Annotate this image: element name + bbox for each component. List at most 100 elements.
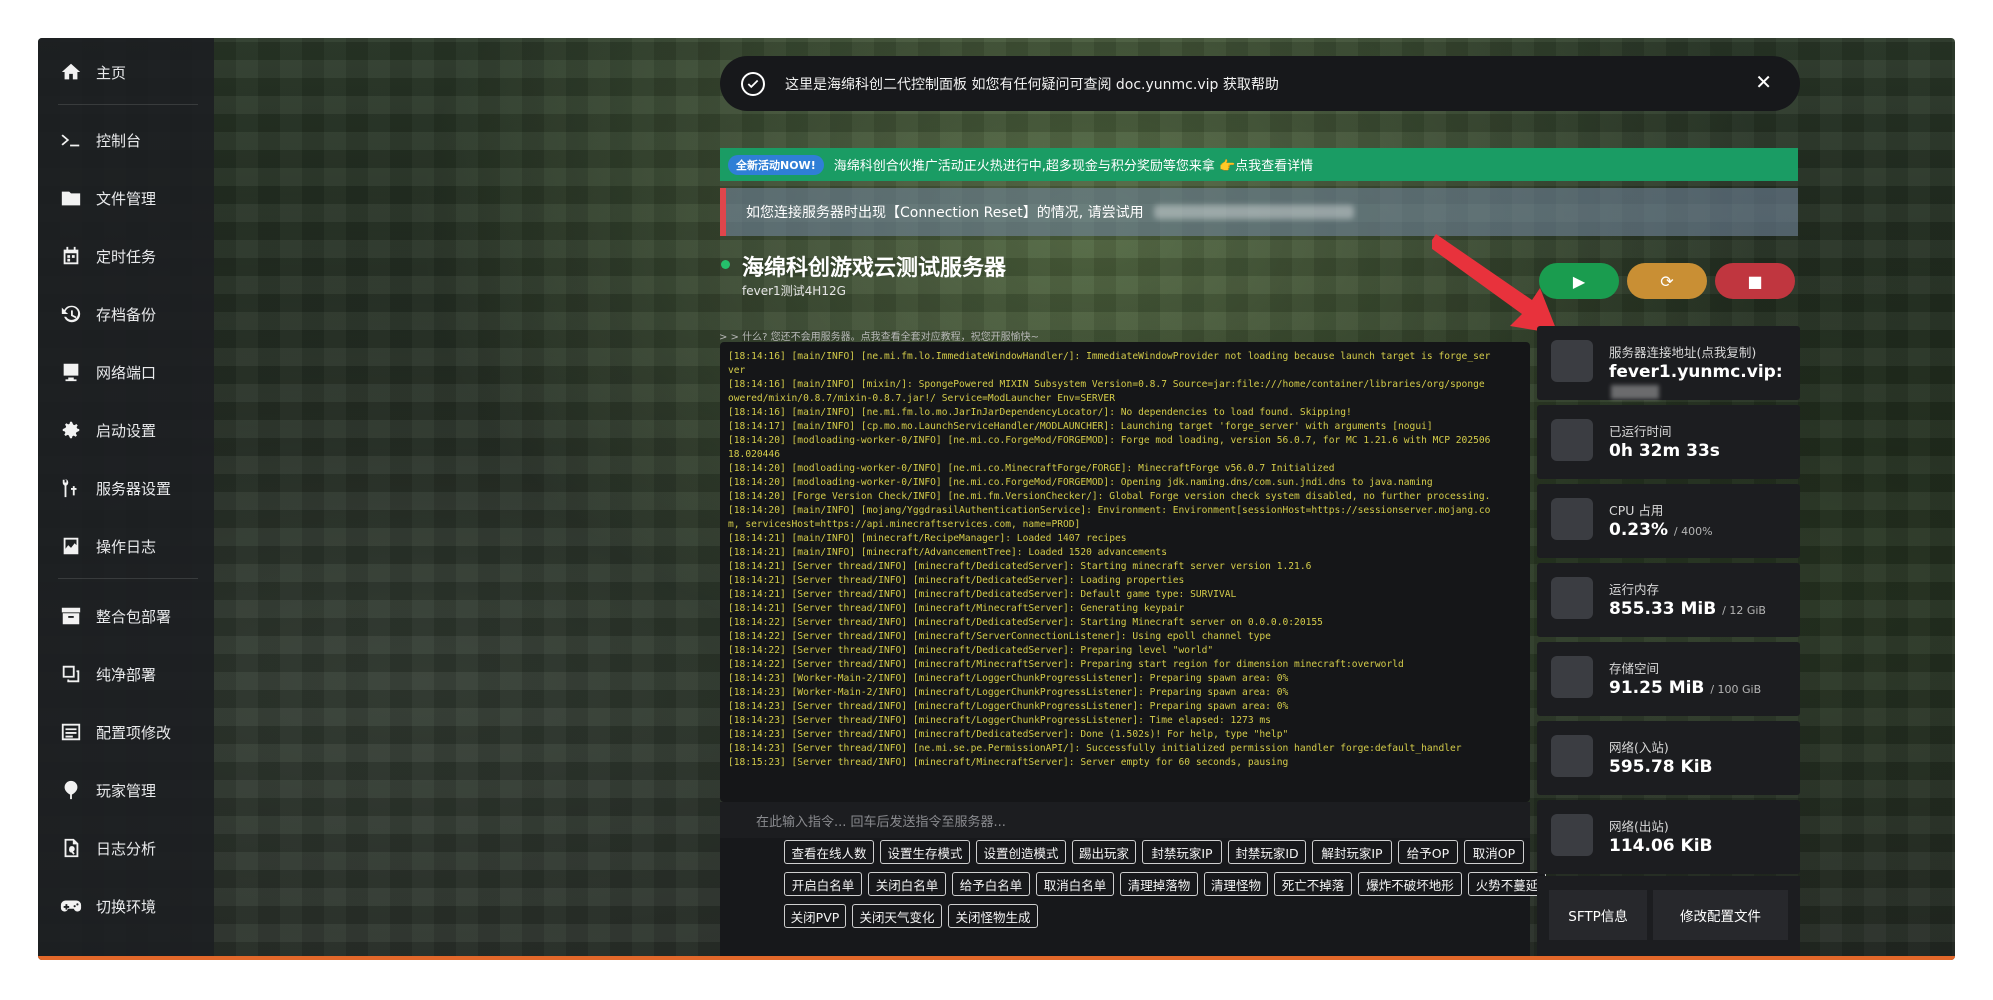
sidebar-item-label: 配置项修改 xyxy=(96,723,172,742)
quick-command-button[interactable]: 火势不蔓延 xyxy=(1468,872,1546,896)
log-line: [18:15:23] [Server thread/INFO] [minecra… xyxy=(728,757,1289,768)
notice-banner: 这里是海绵科创二代控制面板 如您有任何疑问可查阅 doc.yunmc.vip 获… xyxy=(720,56,1800,111)
stat-value: 0.23% / 400% xyxy=(1609,520,1713,540)
quick-command-button[interactable]: 取消白名单 xyxy=(1036,872,1114,896)
promo-text: 海绵科创合伙推广活动正火热进行中,超多现金与积分奖励等您来拿 👉点我查看详情 xyxy=(833,159,1314,174)
sidebar-item-label: 文件管理 xyxy=(96,189,157,208)
server-subtitle: fever1测试4H12G xyxy=(742,284,846,298)
sidebar-item-console[interactable]: 控制台 xyxy=(38,118,214,162)
folder-icon xyxy=(58,185,84,211)
stop-button[interactable]: ■ xyxy=(1715,263,1795,299)
log-line: [18:14:16] [main/INFO] [ne.mi.fm.lo.mo.J… xyxy=(728,407,1352,418)
start-button[interactable]: ▶ xyxy=(1539,263,1619,299)
sidebar-item-label: 切换环境 xyxy=(96,897,157,916)
log-line: [18:14:20] [modloading-worker-0/INFO] [n… xyxy=(728,463,1335,474)
stat-label: 已运行时间 xyxy=(1609,424,1672,439)
stat-value: 595.78 KiB xyxy=(1609,757,1713,777)
restart-button[interactable]: ⟳ xyxy=(1627,263,1707,299)
log-line: [18:14:21] [Server thread/INFO] [minecra… xyxy=(728,603,1185,614)
sidebar-item-home[interactable]: 主页 xyxy=(38,50,214,94)
promo-banner[interactable]: 全新活动NOW! 海绵科创合伙推广活动正火热进行中,超多现金与积分奖励等您来拿 … xyxy=(720,148,1798,181)
promo-badge: 全新活动NOW! xyxy=(728,154,824,175)
stat-label: 存储空间 xyxy=(1609,661,1660,676)
sidebar-item-network[interactable]: 网络端口 xyxy=(38,350,214,394)
sidebar-item-log-analysis[interactable]: 日志分析 xyxy=(38,826,214,870)
wrench-icon xyxy=(58,475,84,501)
copy-icon xyxy=(58,661,84,687)
quick-command-button[interactable]: 取消OP xyxy=(1464,840,1524,864)
sftp-info-button[interactable]: SFTP信息 xyxy=(1549,890,1647,940)
calendar-icon xyxy=(58,243,84,269)
sidebar-item-config-edit[interactable]: 配置项修改 xyxy=(38,710,214,754)
sidebar-item-label: 日志分析 xyxy=(96,839,157,858)
log-line: [18:14:22] [Server thread/INFO] [minecra… xyxy=(728,617,1323,628)
redacted-text xyxy=(1611,385,1659,399)
quick-command-button[interactable]: 查看在线人数 xyxy=(784,840,874,864)
stat-card-address[interactable]: 服务器连接地址(点我复制) fever1.yunmc.vip: xyxy=(1537,326,1800,400)
sidebar-item-server-settings[interactable]: 服务器设置 xyxy=(38,466,214,510)
sidebar-item-startup[interactable]: 启动设置 xyxy=(38,408,214,452)
quick-command-button[interactable]: 关闭PVP xyxy=(784,904,846,928)
sidebar-item-switch-env[interactable]: 切换环境 xyxy=(38,884,214,928)
quick-command-button[interactable]: 设置生存模式 xyxy=(880,840,970,864)
sidebar-item-label: 主页 xyxy=(96,63,127,82)
stat-label: 网络(出站) xyxy=(1609,819,1669,834)
page-title: 海绵科创游戏云测试服务器 xyxy=(742,256,1007,281)
stat-label: 网络(入站) xyxy=(1609,740,1669,755)
log-line: [18:14:23] [Server thread/INFO] [minecra… xyxy=(728,701,1289,712)
quick-command-button[interactable]: 踢出玩家 xyxy=(1072,840,1136,864)
check-circle-icon xyxy=(741,71,765,96)
log-line: [18:14:20] [modloading-worker-0/INFO] [n… xyxy=(728,435,1491,446)
log-line: 18.020446 xyxy=(728,449,780,460)
cpu-icon xyxy=(1551,498,1593,540)
log-line: m, servicesHost=https://api.minecraftser… xyxy=(728,519,1081,530)
restart-icon: ⟳ xyxy=(1660,271,1674,291)
quick-command-button[interactable]: 封禁玩家IP xyxy=(1142,840,1222,864)
sidebar-item-label: 操作日志 xyxy=(96,537,157,556)
sidebar-item-players[interactable]: 玩家管理 xyxy=(38,768,214,812)
sidebar-item-operation-log[interactable]: 操作日志 xyxy=(38,524,214,568)
redacted-text xyxy=(1153,205,1354,219)
log-line: [18:14:23] [Worker-Main-2/INFO] [minecra… xyxy=(728,673,1289,684)
sidebar-item-modpack-deploy[interactable]: 整合包部署 xyxy=(38,594,214,638)
sidebar-item-clean-deploy[interactable]: 纯净部署 xyxy=(38,652,214,696)
sidebar-item-schedules[interactable]: 定时任务 xyxy=(38,234,214,278)
edit-config-button[interactable]: 修改配置文件 xyxy=(1653,890,1788,940)
play-icon: ▶ xyxy=(1572,271,1586,291)
console-log: [18:14:16] [main/INFO] [ne.mi.fm.lo.Imme… xyxy=(720,342,1530,770)
tutorial-hint-link[interactable]: > > 什么? 您还不会用服务器。点我查看全套对应教程，祝您开服愉快~ xyxy=(719,328,1039,343)
sidebar-divider xyxy=(58,578,198,579)
quick-command-button[interactable]: 关闭怪物生成 xyxy=(948,904,1038,928)
quick-command-button[interactable]: 解封玩家IP xyxy=(1312,840,1392,864)
archive-icon xyxy=(58,603,84,629)
quick-command-button[interactable]: 给予OP xyxy=(1398,840,1458,864)
quick-command-button[interactable]: 爆炸不破坏地形 xyxy=(1358,872,1462,896)
quick-command-button[interactable]: 关闭天气变化 xyxy=(852,904,942,928)
quick-command-button[interactable]: 死亡不掉落 xyxy=(1274,872,1352,896)
log-line: [18:14:21] [Server thread/INFO] [minecra… xyxy=(728,575,1185,586)
quick-command-button[interactable]: 给予白名单 xyxy=(952,872,1030,896)
console-output[interactable]: [18:14:16] [main/INFO] [ne.mi.fm.lo.Imme… xyxy=(720,342,1530,802)
sidebar-item-label: 整合包部署 xyxy=(96,607,172,626)
command-input[interactable]: 在此输入指令... 回车后发送指令至服务器... xyxy=(720,802,1530,838)
quick-command-button[interactable]: 封禁玩家ID xyxy=(1228,840,1306,864)
stat-value: fever1.yunmc.vip: xyxy=(1609,362,1800,402)
quick-command-button[interactable]: 清理掉落物 xyxy=(1120,872,1198,896)
quick-command-button[interactable]: 开启白名单 xyxy=(784,872,862,896)
quick-command-button[interactable]: 清理怪物 xyxy=(1204,872,1268,896)
stat-label: 运行内存 xyxy=(1609,582,1660,597)
log-line: [18:14:20] [main/INFO] [mojang/Yggdrasil… xyxy=(728,505,1491,516)
quick-commands: 查看在线人数 设置生存模式 设置创造模式 踢出玩家 封禁玩家IP 封禁玩家ID … xyxy=(720,838,1546,956)
stat-value: 0h 32m 33s xyxy=(1609,441,1720,461)
stat-value: 114.06 KiB xyxy=(1609,836,1713,856)
quick-command-button[interactable]: 关闭白名单 xyxy=(868,872,946,896)
stop-icon: ■ xyxy=(1747,271,1763,291)
log-line: [18:14:22] [Server thread/INFO] [minecra… xyxy=(728,645,1214,656)
stat-label: 服务器连接地址(点我复制) xyxy=(1609,345,1757,360)
close-icon[interactable]: ✕ xyxy=(1755,70,1772,94)
sidebar-item-label: 玩家管理 xyxy=(96,781,157,800)
quick-command-button[interactable]: 设置创造模式 xyxy=(976,840,1066,864)
sidebar-item-backups[interactable]: 存档备份 xyxy=(38,292,214,336)
home-icon xyxy=(58,59,84,85)
sidebar-item-files[interactable]: 文件管理 xyxy=(38,176,214,220)
